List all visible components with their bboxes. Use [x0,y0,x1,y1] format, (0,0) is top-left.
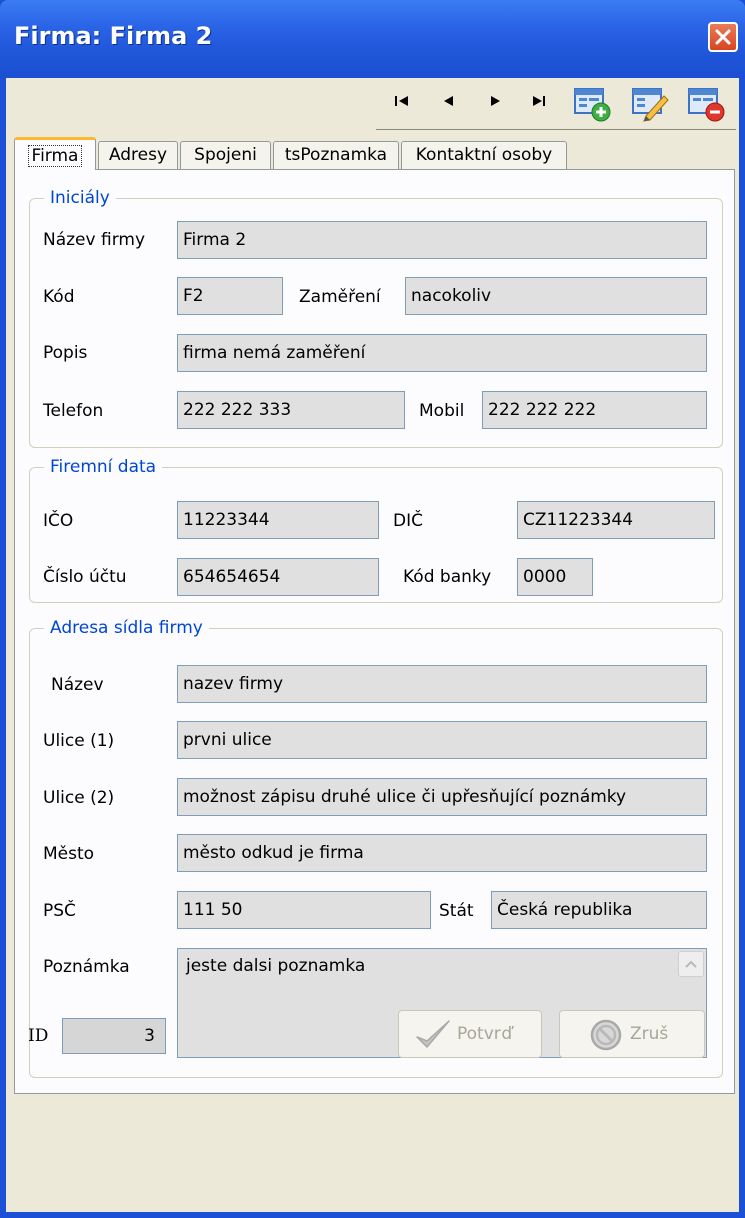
label-cislo-uctu: Číslo účtu [43,567,127,587]
label-dic: DIČ [393,511,423,531]
previous-record-button[interactable] [438,90,460,112]
zamereni-field[interactable]: nacokoliv [405,277,707,315]
edit-record-icon [632,88,669,122]
close-icon [715,29,731,45]
cancel-icon [590,1019,622,1051]
tab-adresy[interactable]: Adresy [98,141,178,169]
label-popis: Popis [43,343,88,363]
id-label: ID [28,1026,49,1046]
ico-field[interactable]: 11223344 [177,501,379,539]
title-bar[interactable]: Firma: Firma 2 [0,0,745,78]
previous-record-icon [444,96,453,106]
dic-field[interactable]: CZ11223344 [517,501,715,539]
mesto-field[interactable]: město odkud je firma [177,834,707,872]
last-record-button[interactable] [528,90,550,112]
add-record-button[interactable] [572,83,612,123]
ulice-2-field[interactable]: možnost zápisu druhé ulice či upřesňujíc… [177,778,707,816]
mobil-field[interactable]: 222 222 222 [482,391,707,429]
last-record-icon [533,96,545,106]
tab-label: Firma [27,145,83,167]
psc-field[interactable]: 111 50 [177,891,431,929]
label-ulice-1: Ulice (1) [43,731,115,751]
telefon-field[interactable]: 222 222 333 [177,391,405,429]
delete-record-icon [688,88,725,122]
cancel-label: Zruš [630,1024,669,1044]
label-kod-banky: Kód banky [403,567,492,587]
label-psc: PSČ [43,901,76,921]
group-title-inicialy: Iniciály [50,188,110,208]
confirm-label: Potvrď [457,1024,513,1044]
cancel-button[interactable]: Zruš [559,1010,705,1058]
group-title-firemni-data: Firemní data [50,457,157,477]
label-ulice-2: Ulice (2) [43,788,115,808]
label-mesto: Město [43,844,95,864]
label-stat: Stát [439,901,474,921]
kod-field[interactable]: F2 [177,277,283,315]
cislo-uctu-field[interactable]: 654654654 [177,558,379,596]
dialog-client: Firma Adresy Spojeni tsPoznamka Kontaktn… [6,78,739,1212]
checkmark-icon [416,1020,450,1048]
tab-kontaktni-osoby[interactable]: Kontaktní osoby [401,141,567,169]
kod-banky-field[interactable]: 0000 [517,558,593,596]
nazev-firmy-field[interactable]: Firma 2 [177,221,707,259]
label-telefon: Telefon [43,401,104,421]
tab-panel-firma: Iniciály Název firmy Firma 2 Kód F2 Zamě… [14,169,735,1094]
group-title-adresa-sidla: Adresa sídla firmy [50,618,203,638]
scroll-up-button[interactable] [678,951,704,977]
label-kod: Kód [43,287,75,307]
window: Firma: Firma 2 Firma Adresy Spojeni tsPo… [0,0,745,1218]
poznamka-text: jeste dalsi poznamka [186,956,366,976]
next-record-icon [491,96,500,106]
nazev-field[interactable]: nazev firmy [177,665,707,703]
first-record-button[interactable] [391,90,413,112]
next-record-button[interactable] [484,90,506,112]
label-nazev-firmy: Název firmy [43,230,145,250]
label-mobil: Mobil [419,401,465,421]
label-poznamka: Poznámka [43,957,130,977]
label-zamereni: Zaměření [299,287,381,307]
toolbar-divider [376,129,736,130]
edit-record-button[interactable] [630,83,670,123]
delete-record-button[interactable] [686,83,726,123]
first-record-icon [395,96,408,106]
chevron-up-icon [685,960,697,968]
window-title: Firma: Firma 2 [14,22,213,50]
ulice-1-field[interactable]: prvni ulice [177,721,707,759]
add-record-icon [574,88,611,122]
popis-field[interactable]: firma nemá zaměření [177,334,707,372]
tab-spojeni[interactable]: Spojeni [180,141,271,169]
label-ico: IČO [43,511,74,531]
stat-field[interactable]: Česká republika [491,891,707,929]
label-nazev: Název [51,675,104,695]
tab-firma[interactable]: Firma [14,137,96,170]
close-button[interactable] [708,22,738,52]
id-field: 3 [62,1018,166,1054]
confirm-button[interactable]: Potvrď [398,1010,542,1058]
tab-tspoznamka[interactable]: tsPoznamka [273,141,399,169]
